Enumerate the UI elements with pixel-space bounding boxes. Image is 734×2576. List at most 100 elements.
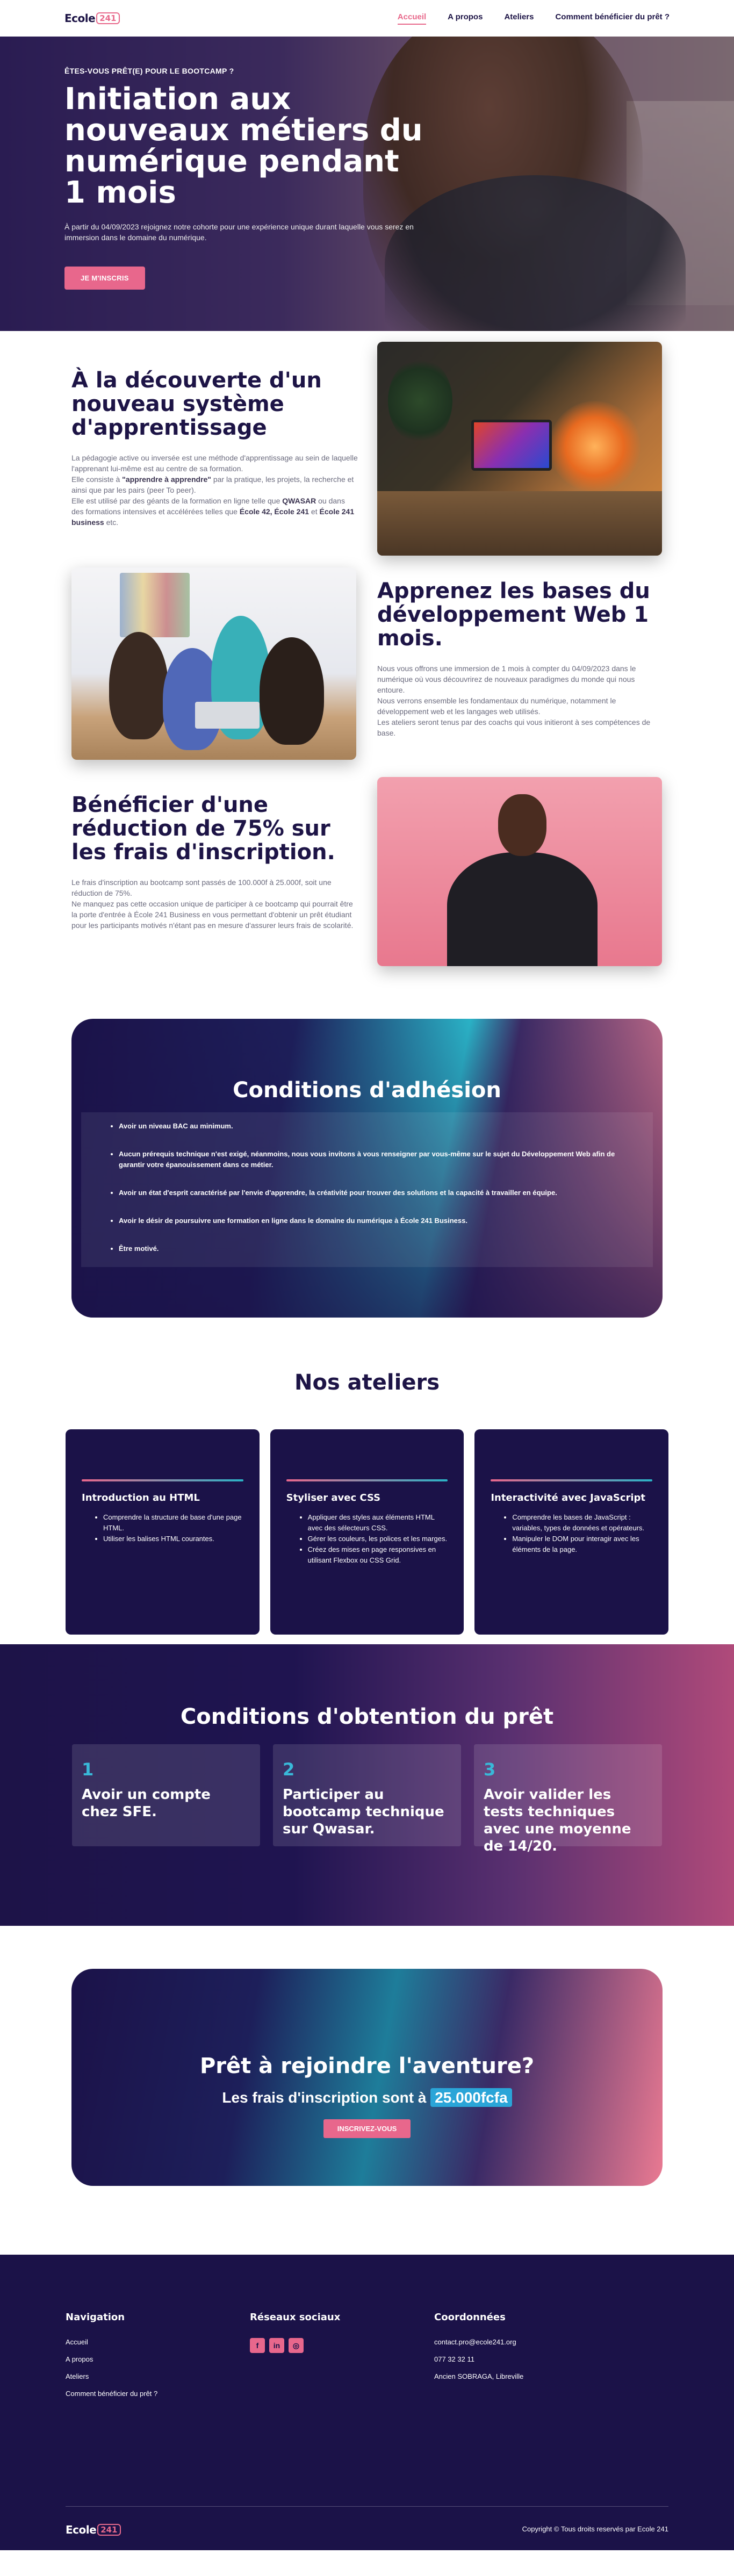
footer-link-accueil[interactable]: Accueil: [66, 2338, 250, 2346]
footer-columns: Navigation Accueil A propos Ateliers Com…: [66, 2312, 668, 2407]
contact-email[interactable]: contact.pro@ecole241.org: [434, 2338, 618, 2346]
man-with-phone-image: [377, 777, 662, 966]
adhesion-item: Avoir un état d'esprit caractérisé par l…: [119, 1188, 631, 1198]
lamp-glow: [549, 401, 641, 492]
feature-title: Bénéficier d'une réduction de 75% sur le…: [71, 793, 335, 865]
logo-badge: 241: [96, 12, 120, 24]
footer-contact: Coordonnées contact.pro@ecole241.org 077…: [434, 2312, 618, 2407]
adhesion-item: Être motivé.: [119, 1243, 631, 1254]
man-head-shape: [498, 794, 546, 856]
card-list: Comprendre les bases de JavaScript : var…: [491, 1512, 652, 1555]
logo[interactable]: Ecole 241: [64, 12, 120, 25]
footer-link-ateliers[interactable]: Ateliers: [66, 2372, 250, 2380]
adhesion-item: Avoir le désir de poursuivre une formati…: [119, 1215, 631, 1226]
loan-title: Conditions d'obtention du prêt: [180, 1704, 554, 1729]
text-run: et: [309, 507, 320, 516]
students-group-image: [71, 567, 356, 760]
plant-shape: [388, 358, 452, 444]
text-run: etc.: [104, 518, 119, 527]
text-run: Elle est utilisé par des géants de la fo…: [71, 497, 283, 505]
hero-content: ÊTES-VOUS PRÊT(E) POUR LE BOOTCAMP ? Ini…: [64, 67, 430, 290]
footer-navigation: Navigation Accueil A propos Ateliers Com…: [66, 2312, 250, 2407]
card-title: Interactivité avec JavaScript: [491, 1492, 646, 1503]
contact-phone: 077 32 32 11: [434, 2355, 474, 2363]
step-number: 3: [484, 1759, 496, 1780]
step-text: Avoir valider les tests techniques avec …: [484, 1787, 631, 1854]
atelier-card-css: Styliser avec CSS Appliquer des styles a…: [270, 1429, 464, 1635]
ateliers-title: Nos ateliers: [294, 1370, 440, 1395]
feature-title: Apprenez les bases du développement Web …: [377, 579, 650, 651]
social-icons: f in ◎: [250, 2338, 434, 2353]
card-list-item: Gérer les couleurs, les polices et les m…: [308, 1534, 448, 1544]
loan-conditions-section: Conditions d'obtention du prêt 1 Avoir u…: [0, 1644, 734, 1926]
top-navbar: Ecole 241 Accueil A propos Ateliers Comm…: [0, 0, 734, 37]
loan-step: 3 Avoir valider les tests techniques ave…: [474, 1744, 662, 1854]
card-list-item: Utiliser les balises HTML courantes.: [103, 1534, 243, 1544]
fees-label: Les frais d'inscription sont à: [222, 2089, 431, 2106]
step-text: Participer au bootcamp technique sur Qwa…: [283, 1787, 444, 1837]
feature-text: À la découverte d'un nouveau système d'a…: [71, 369, 359, 528]
feature-learning-system: À la découverte d'un nouveau système d'a…: [0, 342, 734, 567]
hero-title: Initiation aux nouveaux métiers du numér…: [64, 82, 423, 210]
feature-paragraph: Les ateliers seront tenus par des coachs…: [377, 718, 651, 737]
text-emphasis: "apprendre à apprendre": [122, 475, 211, 484]
feature-paragraph: Le frais d'inscription au bootcamp sont …: [71, 878, 332, 897]
signup-button[interactable]: INSCRIVEZ-VOUS: [323, 2119, 411, 2138]
nav-link-pret[interactable]: Comment bénéficier du prêt ?: [555, 12, 670, 25]
logo-text: Ecole: [64, 12, 96, 25]
adhesion-item: Avoir un niveau BAC au minimum.: [119, 1121, 631, 1132]
nav-link-accueil[interactable]: Accueil: [397, 12, 427, 25]
feature-paragraph: Nous verrons ensemble les fondamentaux d…: [377, 696, 616, 716]
step-text: Avoir un compte chez SFE.: [82, 1787, 211, 1820]
copyright: Copyright © Tous droits reservés par Eco…: [522, 2525, 668, 2533]
footer-bottom: Ecole 241 Copyright © Tous droits reserv…: [66, 2506, 668, 2536]
card-list: Appliquer des styles aux éléments HTML a…: [286, 1512, 448, 1566]
desk-laptop-image: [377, 342, 662, 556]
feature-paragraph: Ne manquez pas cette occasion unique de …: [71, 900, 354, 930]
fees-amount: 25.000fcfa: [430, 2088, 512, 2107]
text-emphasis: QWASAR: [282, 497, 316, 505]
adhesion-card: Conditions d'adhésion Avoir un niveau BA…: [71, 1019, 663, 1318]
ateliers-cards: Introduction au HTML Comprendre la struc…: [66, 1429, 669, 1635]
adhesion-title: Conditions d'adhésion: [233, 1078, 501, 1103]
card-list-item: Manipuler le DOM pour interagir avec les…: [512, 1534, 652, 1555]
nav-links: Accueil A propos Ateliers Comment bénéfi…: [397, 12, 670, 25]
hero-section: ÊTES-VOUS PRÊT(E) POUR LE BOOTCAMP ? Ini…: [0, 37, 734, 331]
atelier-card-html: Introduction au HTML Comprendre la struc…: [66, 1429, 260, 1635]
loan-step: 1 Avoir un compte chez SFE.: [72, 1744, 260, 1846]
desk-shape: [377, 491, 662, 556]
feature-paragraph: Nous vous offrons une immersion de 1 moi…: [377, 664, 636, 694]
nav-link-ateliers[interactable]: Ateliers: [504, 12, 534, 25]
facebook-icon[interactable]: f: [250, 2338, 265, 2353]
linkedin-icon[interactable]: in: [269, 2338, 284, 2353]
feature-paragraph: La pédagogie active ou inversée est une …: [71, 454, 358, 473]
feature-text: Apprenez les bases du développement Web …: [377, 579, 662, 738]
card-list: Comprendre la structure de base d'une pa…: [82, 1512, 243, 1544]
footer-heading: Navigation: [66, 2312, 125, 2323]
footer-link-pret[interactable]: Comment bénéficier du prêt ?: [66, 2390, 250, 2398]
hero-description: À partir du 04/09/2023 rejoignez notre c…: [64, 222, 414, 242]
register-button[interactable]: JE M'INSCRIS: [64, 267, 145, 290]
adhesion-list: Avoir un niveau BAC au minimum. Aucun pr…: [119, 1121, 631, 1254]
feature-web-basics: Apprenez les bases du développement Web …: [0, 567, 734, 777]
ateliers-section: Nos ateliers Introduction au HTML Compre…: [0, 1336, 734, 1644]
nav-link-a-propos[interactable]: A propos: [448, 12, 483, 25]
contact-address: Ancien SOBRAGA, Libreville: [434, 2372, 524, 2380]
text-emphasis: École 42, École 241: [239, 507, 310, 516]
feature-paragraph: Elle est utilisé par des géants de la fo…: [71, 495, 359, 528]
footer: Navigation Accueil A propos Ateliers Com…: [0, 2255, 734, 2550]
card-title: Styliser avec CSS: [286, 1492, 381, 1503]
laptop-shape: [195, 702, 260, 729]
feature-paragraph: Elle consiste à "apprendre à apprendre" …: [71, 474, 359, 495]
adhesion-section: Conditions d'adhésion Avoir un niveau BA…: [0, 1003, 734, 1336]
logo-badge: 241: [97, 2524, 121, 2536]
footer-heading: Réseaux sociaux: [250, 2312, 341, 2323]
footer-link-a-propos[interactable]: A propos: [66, 2355, 250, 2363]
bookshelf-shape: [120, 573, 190, 637]
instagram-icon[interactable]: ◎: [289, 2338, 304, 2353]
footer-logo[interactable]: Ecole 241: [66, 2523, 121, 2536]
hero-kicker: ÊTES-VOUS PRÊT(E) POUR LE BOOTCAMP ?: [64, 67, 234, 75]
feature-text: Bénéficier d'une réduction de 75% sur le…: [71, 793, 359, 931]
student-figure: [260, 637, 324, 745]
text-run: Elle consiste à: [71, 475, 123, 484]
